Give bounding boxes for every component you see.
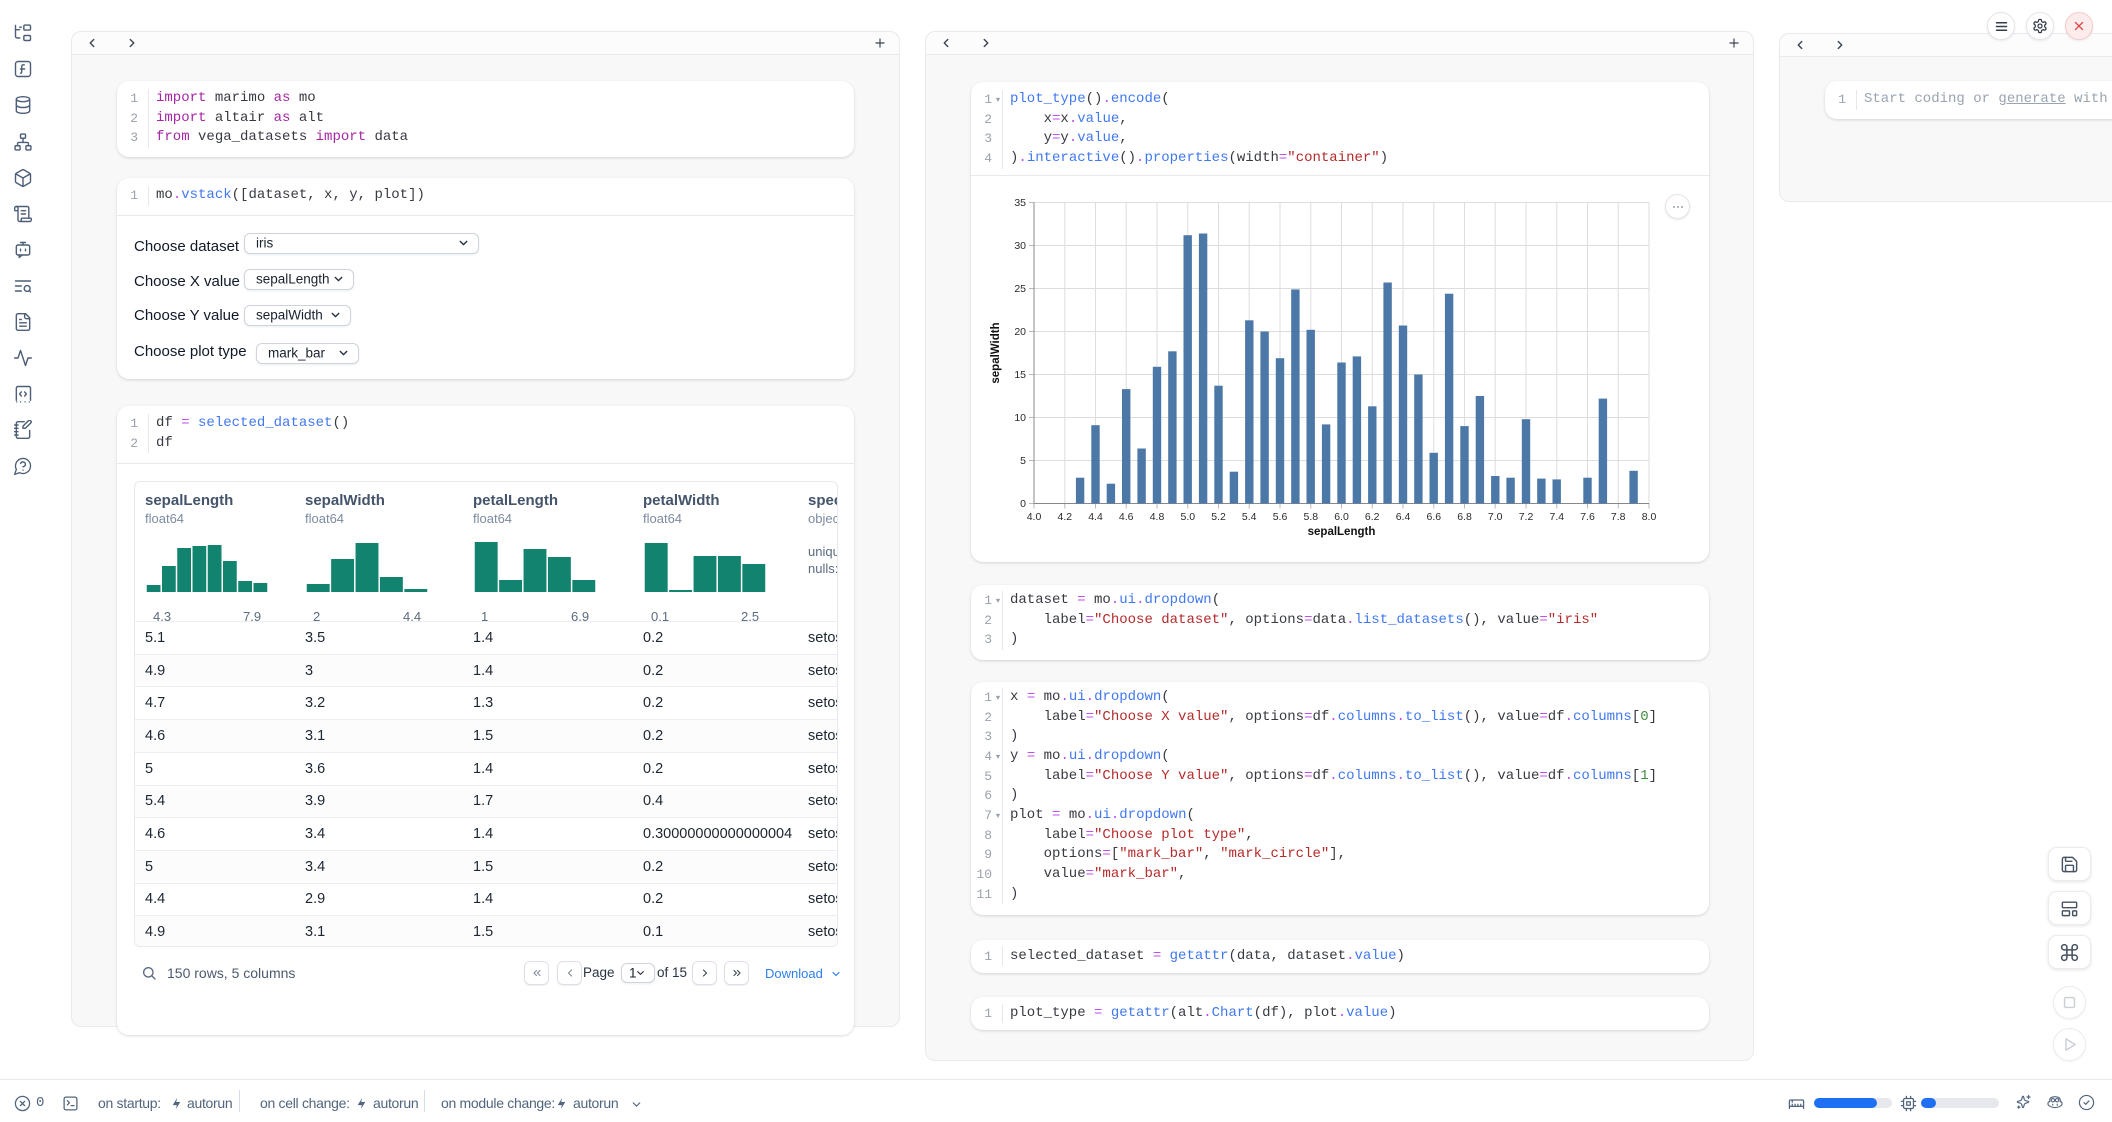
svg-text:5.8: 5.8 xyxy=(1303,511,1318,523)
svg-text:0: 0 xyxy=(1020,498,1026,510)
svg-text:6.4: 6.4 xyxy=(1396,511,1411,523)
svg-text:15: 15 xyxy=(1014,369,1026,381)
svg-text:5.0: 5.0 xyxy=(1180,511,1195,523)
svg-text:4.4: 4.4 xyxy=(1088,511,1103,523)
svg-text:25: 25 xyxy=(1014,283,1026,295)
svg-text:sepalLength: sepalLength xyxy=(1308,526,1376,538)
svg-text:7.8: 7.8 xyxy=(1611,511,1626,523)
svg-text:20: 20 xyxy=(1014,326,1026,338)
svg-text:4.6: 4.6 xyxy=(1119,511,1134,523)
svg-text:6.0: 6.0 xyxy=(1334,511,1349,523)
svg-text:7.2: 7.2 xyxy=(1519,511,1534,523)
svg-text:5.6: 5.6 xyxy=(1273,511,1288,523)
svg-text:6.8: 6.8 xyxy=(1457,511,1472,523)
svg-text:4.0: 4.0 xyxy=(1027,511,1042,523)
svg-text:7.4: 7.4 xyxy=(1549,511,1564,523)
svg-text:7.0: 7.0 xyxy=(1488,511,1503,523)
svg-text:5: 5 xyxy=(1020,455,1026,467)
svg-text:4.2: 4.2 xyxy=(1057,511,1072,523)
svg-text:5.2: 5.2 xyxy=(1211,511,1226,523)
svg-text:6.6: 6.6 xyxy=(1426,511,1441,523)
svg-text:7.6: 7.6 xyxy=(1580,511,1595,523)
svg-text:35: 35 xyxy=(1014,197,1026,209)
svg-text:6.2: 6.2 xyxy=(1365,511,1380,523)
svg-text:30: 30 xyxy=(1014,240,1026,252)
svg-text:sepalWidth: sepalWidth xyxy=(990,322,1002,383)
svg-text:8.0: 8.0 xyxy=(1642,511,1657,523)
svg-text:10: 10 xyxy=(1014,412,1026,424)
svg-text:4.8: 4.8 xyxy=(1150,511,1165,523)
svg-text:5.4: 5.4 xyxy=(1242,511,1257,523)
